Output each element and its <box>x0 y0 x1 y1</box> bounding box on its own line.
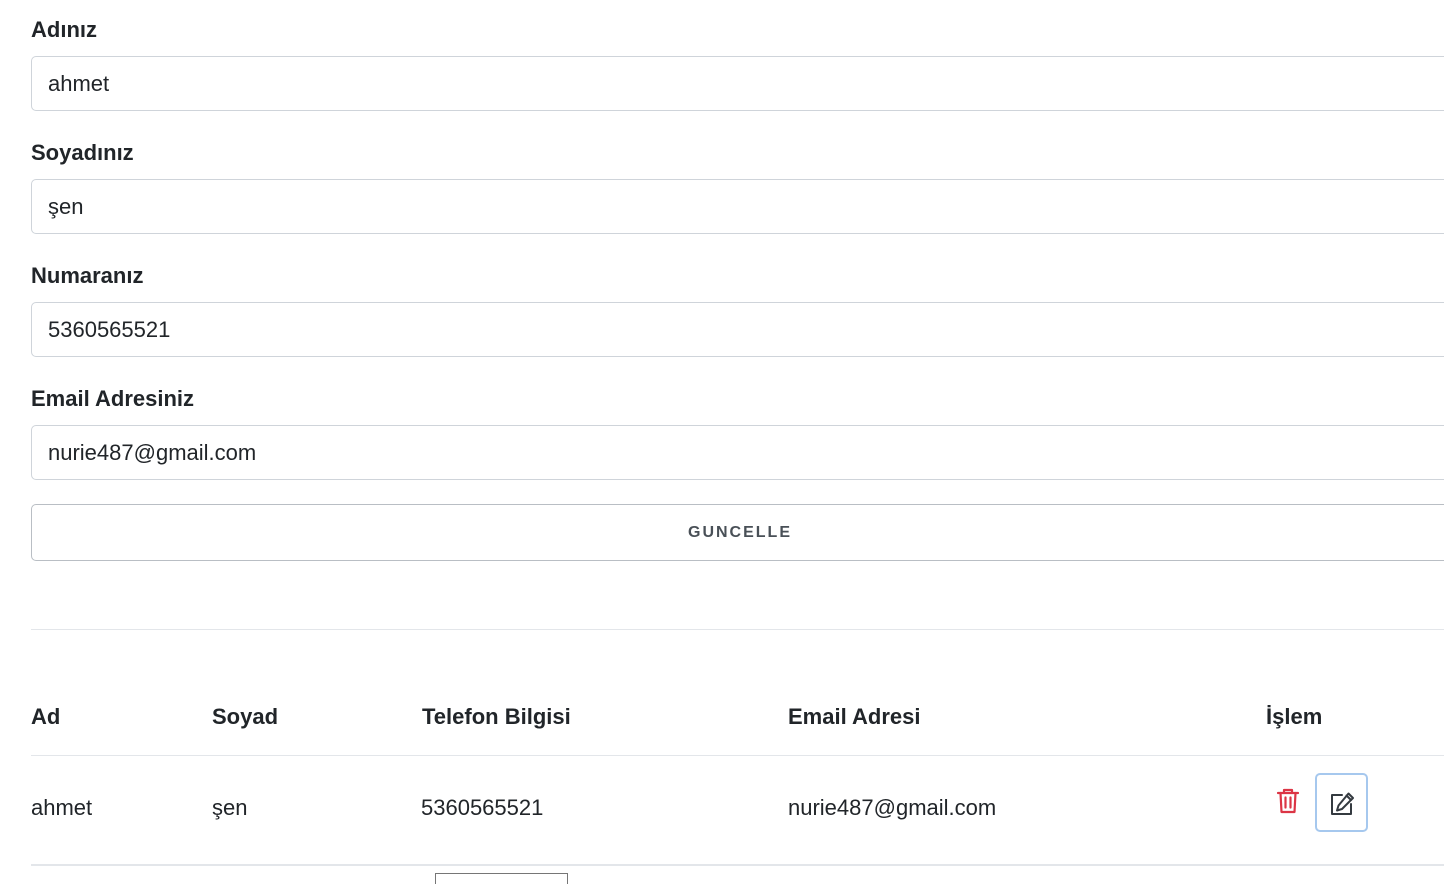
contact-form-page: Adınız Soyadınız Numaranız Email Adresin… <box>0 0 1444 884</box>
tooltip-popup <box>435 873 568 884</box>
update-button[interactable]: GUNCELLE <box>31 504 1444 561</box>
cell-phone: 5360565521 <box>421 795 544 820</box>
update-button-label: GUNCELLE <box>688 523 792 541</box>
last-name-input[interactable] <box>31 179 1444 234</box>
email-input[interactable] <box>31 425 1444 480</box>
trash-icon[interactable] <box>1276 788 1300 814</box>
column-header-islem: İşlem <box>1266 704 1323 729</box>
first-name-label: Adınız <box>31 17 97 42</box>
cell-last-name: şen <box>212 795 248 820</box>
edit-button[interactable] <box>1315 773 1368 832</box>
phone-label: Numaranız <box>31 263 144 288</box>
pencil-square-icon <box>1331 792 1354 815</box>
table-header-divider <box>31 755 1444 756</box>
email-label: Email Adresiniz <box>31 386 195 411</box>
phone-input[interactable] <box>31 302 1444 357</box>
first-name-input[interactable] <box>31 56 1444 111</box>
column-header-soyad: Soyad <box>212 704 279 729</box>
column-header-telefon: Telefon Bilgisi <box>422 704 571 729</box>
column-header-ad: Ad <box>31 704 61 729</box>
table-row-divider <box>31 864 1444 866</box>
section-divider <box>31 629 1444 630</box>
column-header-email: Email Adresi <box>788 704 921 729</box>
cell-first-name: ahmet <box>31 795 93 820</box>
last-name-label: Soyadınız <box>31 140 134 165</box>
cell-email: nurie487@gmail.com <box>788 795 997 820</box>
